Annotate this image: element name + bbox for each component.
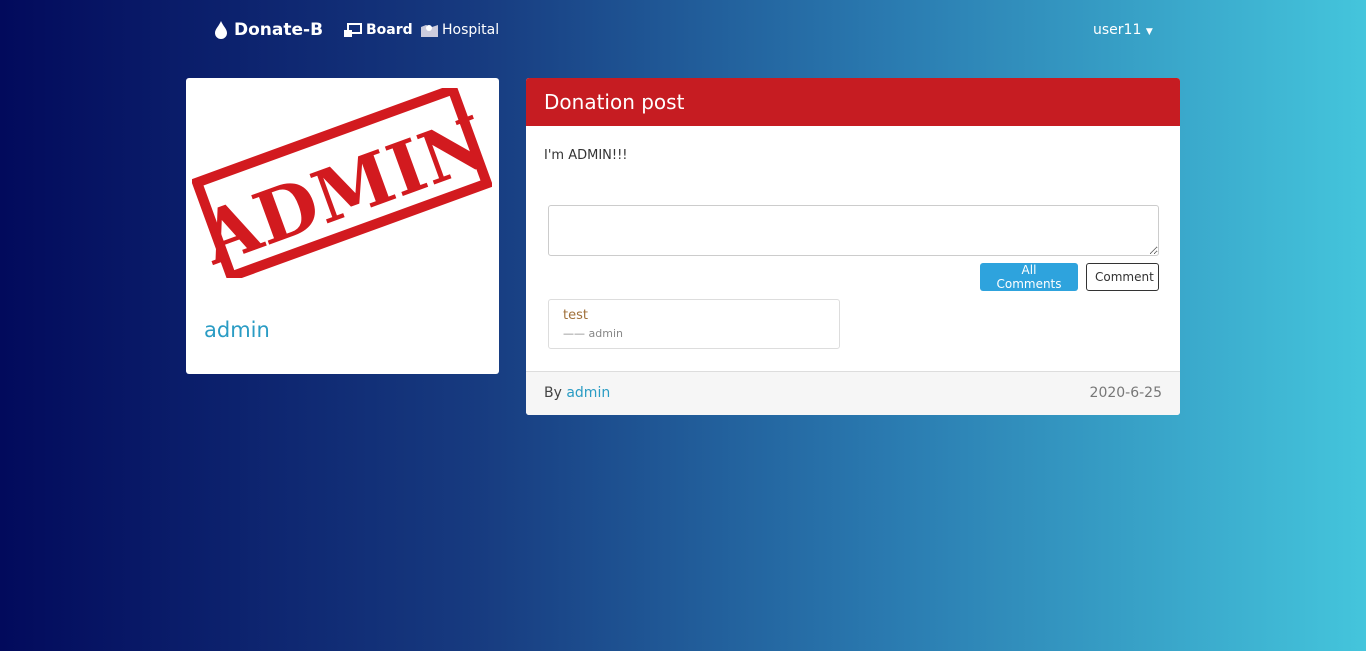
user-dropdown[interactable]: user11 ▼ [1093, 22, 1153, 38]
comment-author: —— admin [563, 327, 623, 340]
nav-hospital-label: Hospital [442, 22, 500, 38]
comment-text: test [563, 308, 588, 323]
profile-card: ADMIN admin [186, 78, 499, 374]
post-title: Donation post [526, 78, 1180, 126]
all-comments-button[interactable]: All Comments [980, 263, 1078, 291]
comment-button[interactable]: Comment [1086, 263, 1159, 291]
author-link[interactable]: admin [566, 385, 610, 401]
hospital-icon [421, 25, 438, 37]
drop-icon [215, 21, 227, 39]
nav-hospital[interactable]: Hospital [421, 22, 499, 38]
post-body: I'm ADMIN!!! [544, 148, 628, 163]
comment-author-name: admin [588, 327, 623, 340]
caret-down-icon: ▼ [1145, 27, 1153, 37]
comment-input[interactable] [548, 205, 1159, 256]
by-label: By [544, 385, 562, 401]
nav-board-label: Board [366, 22, 413, 38]
user-name: user11 [1093, 22, 1142, 38]
comment-item: test —— admin [548, 299, 840, 349]
brand-name: Donate-B [234, 20, 324, 40]
navbar: Donate-B Board Hospital user11 ▼ [0, 0, 1366, 62]
admin-stamp-image: ADMIN [192, 88, 492, 278]
post-date: 2020-6-25 [1089, 385, 1162, 401]
post-footer: By admin 2020-6-25 [526, 371, 1180, 415]
profile-name[interactable]: admin [204, 318, 270, 342]
nav-board[interactable]: Board [344, 22, 413, 38]
board-icon [344, 23, 362, 37]
donation-post-card: Donation post I'm ADMIN!!! All Comments … [526, 78, 1180, 415]
brand-link[interactable]: Donate-B [214, 20, 323, 40]
